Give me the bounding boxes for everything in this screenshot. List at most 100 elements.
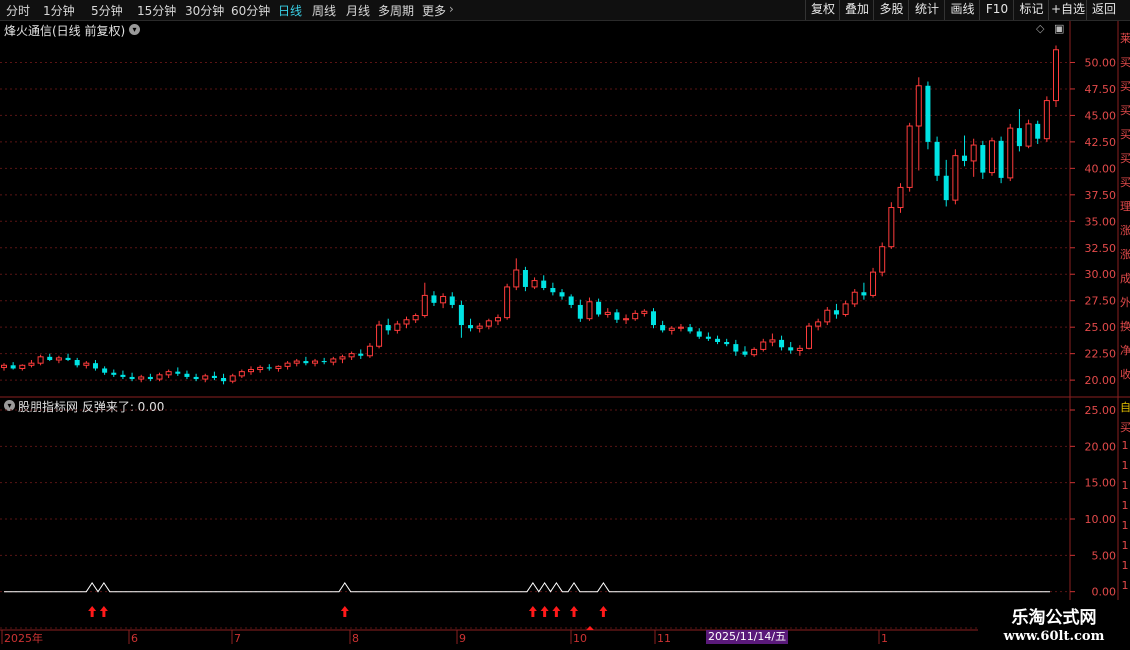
candle-body-up [165,371,172,376]
price-tick-label: 45.00 [1085,109,1117,122]
candle-series [1,45,1059,385]
side-info-char: 自 [1120,401,1130,414]
candle-body-down [10,365,16,369]
candle-body-up [760,341,767,350]
candle-body-down [1035,123,1041,139]
candle-body-up [513,269,520,288]
side-info-column-lower: 自买111111111 [1120,399,1130,619]
candle-body-up [623,318,630,321]
side-info-char: 收 [1120,368,1130,381]
signal-up-arrow [528,606,537,617]
candle-body-down [458,304,464,326]
candle-body-up [796,347,803,351]
candle-body-down [431,295,437,303]
candle-body-down [175,371,181,374]
candle-body-down [943,175,949,201]
side-info-char: 涨 [1120,248,1130,261]
candle-body-down [522,270,528,287]
candle-body-down [724,342,730,345]
arrow-shape [99,606,108,617]
signal-up-arrow [99,606,108,617]
candle-body-down [550,288,556,293]
candle-body-down [65,357,71,360]
candle-body-down [321,361,327,363]
candle-body-down [705,336,711,339]
candle-body-down [449,296,455,305]
candle-body-down [788,347,794,351]
candle-body-down [120,374,126,377]
month-label: 1 [881,632,888,645]
candle-body-down [833,310,839,315]
candle-body-down [696,331,702,337]
indicator-line [4,581,1050,593]
candle-body-down [980,145,986,173]
candle-body-down [650,311,656,326]
side-info-char: 买 [1120,128,1130,141]
side-info-char: 买 [1120,421,1130,434]
candle-body-up [37,356,44,364]
candle-body-up [668,327,675,331]
candle-body-up [412,315,419,321]
month-label: 6 [131,632,138,645]
candle-body-up [156,374,163,380]
candle-body-up [28,362,35,366]
candle-body-down [733,344,739,352]
side-info-char: 净 [1120,344,1130,357]
side-info-char: 1 [1121,499,1129,512]
chart-grid [0,21,1130,631]
signal-up-arrow [599,606,608,617]
candle-body-down [541,280,547,288]
side-info-char: 买 [1120,152,1130,165]
side-info-char: 1 [1121,579,1129,592]
candle-body-up [815,321,822,327]
arrow-shape [570,606,579,617]
candle-body-down [934,141,940,176]
candle-body-down [577,304,583,319]
candle-body-up [604,311,611,315]
candle-body-up [870,271,877,296]
arrow-shape [540,606,549,617]
side-info-char: 1 [1121,539,1129,552]
side-info-char: 涨 [1120,224,1130,237]
indicator-tick-label: 0.00 [1092,586,1117,599]
side-info-char: 成 [1120,272,1130,285]
candle-body-up [952,155,959,201]
price-tick-label: 50.00 [1085,56,1117,69]
side-info-char: 1 [1121,439,1129,452]
side-info-char: 外 [1120,296,1130,309]
candle-body-up [504,286,511,319]
candle-body-up [257,366,264,371]
candle-body-up [915,85,922,127]
kline-chart[interactable]: 50.00 47.50 45.00 42.50 40.00 37.50 35.00 32.50… [0,0,1130,650]
candle-body-up [275,365,282,369]
candle-body-up [970,144,977,162]
side-info-char: 理 [1120,200,1130,213]
candle-body-up [1025,123,1032,147]
candle-body-down [779,339,785,348]
candle-body-down [468,325,474,329]
price-tick-label: 37.50 [1085,189,1117,202]
candle-body-up [769,339,776,343]
price-tick-label: 27.50 [1085,295,1117,308]
candle-body-down [715,338,721,342]
candle-body-up [494,317,501,322]
crosshair-date-badge: 2025/11/14/五 [706,630,789,644]
indicator-tick-label: 15.00 [1085,477,1117,490]
price-tick-label: 40.00 [1085,162,1117,175]
price-tick-label: 20.00 [1085,374,1117,387]
candle-body-down [221,378,227,382]
candle-body-down [687,327,693,332]
candle-body-up [897,186,904,209]
indicator-tick-label: 5.00 [1092,549,1117,562]
candle-body-down [193,376,199,380]
candle-body-up [586,301,593,320]
candle-body-down [861,292,867,296]
signal-up-arrow [586,626,594,630]
candle-body-up [366,345,373,357]
candle-body-up [83,362,90,366]
candle-body-up [751,348,758,356]
candle-body-down [184,373,190,377]
candle-body-down [303,361,309,364]
arrow-shape [599,606,608,617]
candle-body-up [403,319,410,325]
